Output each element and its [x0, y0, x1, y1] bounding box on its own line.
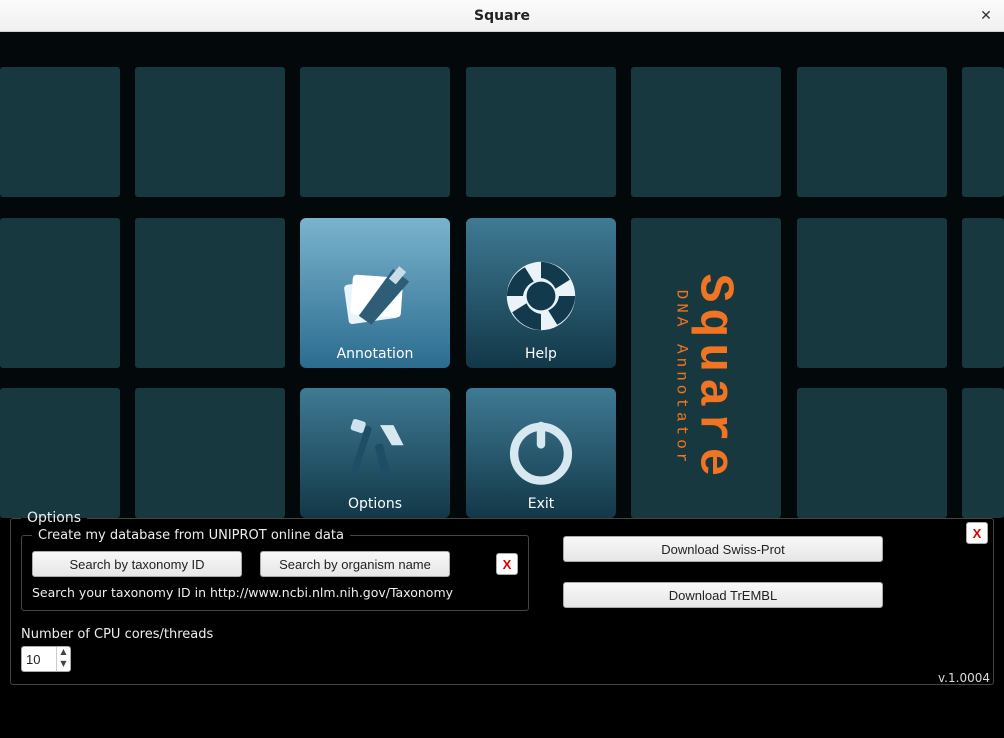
close-icon: X	[503, 557, 512, 572]
version-label: v.1.0004	[938, 671, 990, 685]
bg-tile	[0, 218, 120, 368]
exit-icon	[491, 408, 591, 496]
cpu-spinbox[interactable]: ▲ ▼	[21, 646, 71, 672]
options-fieldset: Options X Create my database from UNIPRO…	[10, 510, 994, 685]
bg-tile	[962, 67, 1004, 197]
help-label: Help	[525, 346, 557, 362]
annotation-tile[interactable]: Annotation	[300, 218, 450, 368]
options-panel: Options X Create my database from UNIPRO…	[0, 510, 1004, 691]
taxonomy-hint: Search your taxonomy ID in http://www.nc…	[32, 585, 518, 600]
cpu-value-input[interactable]	[22, 647, 56, 671]
bg-tile	[0, 388, 120, 518]
bg-tile	[962, 218, 1004, 368]
bg-tile	[797, 388, 947, 518]
bg-tile	[300, 67, 450, 197]
options-tile[interactable]: Options	[300, 388, 450, 518]
spin-down-icon[interactable]: ▼	[57, 659, 70, 671]
options-close-button[interactable]: X	[966, 522, 988, 544]
close-icon: X	[973, 526, 982, 541]
bg-tile	[797, 218, 947, 368]
search-organism-label: Search by organism name	[279, 557, 431, 572]
create-db-fieldset: Create my database from UNIPROT online d…	[21, 528, 529, 611]
bg-tile	[631, 67, 781, 197]
download-trembl-button[interactable]: Download TrEMBL	[563, 582, 883, 608]
bg-tile	[797, 67, 947, 197]
exit-tile[interactable]: Exit	[466, 388, 616, 518]
bg-tile	[135, 218, 285, 368]
search-taxonomy-label: Search by taxonomy ID	[69, 557, 204, 572]
cpu-label: Number of CPU cores/threads	[21, 627, 983, 642]
options-icon	[325, 408, 425, 496]
help-icon	[491, 246, 591, 346]
create-db-legend: Create my database from UNIPROT online d…	[32, 528, 350, 543]
spin-up-icon[interactable]: ▲	[57, 647, 70, 659]
logo-sub-text: DNA Annotator	[672, 274, 690, 483]
window-close-icon[interactable]: ✕	[976, 6, 996, 26]
bg-tile	[135, 388, 285, 518]
app-logo: Square DNA Annotator	[631, 218, 781, 538]
window-title: Square	[474, 8, 530, 24]
bg-tile	[0, 67, 120, 197]
create-db-close-button[interactable]: X	[496, 553, 518, 575]
bg-tile	[466, 67, 616, 197]
bg-tile	[962, 388, 1004, 518]
search-organism-button[interactable]: Search by organism name	[260, 551, 450, 577]
search-taxonomy-button[interactable]: Search by taxonomy ID	[32, 551, 242, 577]
download-trembl-label: Download TrEMBL	[669, 588, 777, 603]
annotation-icon	[325, 246, 425, 346]
bg-tile	[135, 67, 285, 197]
download-swissprot-label: Download Swiss-Prot	[661, 542, 785, 557]
download-swissprot-button[interactable]: Download Swiss-Prot	[563, 536, 883, 562]
options-legend: Options	[21, 510, 87, 526]
logo-main-text: Square	[686, 274, 740, 483]
help-tile[interactable]: Help	[466, 218, 616, 368]
main-canvas: Annotation Help	[0, 32, 1004, 518]
window-titlebar: Square ✕	[0, 0, 1004, 32]
annotation-label: Annotation	[337, 346, 414, 362]
